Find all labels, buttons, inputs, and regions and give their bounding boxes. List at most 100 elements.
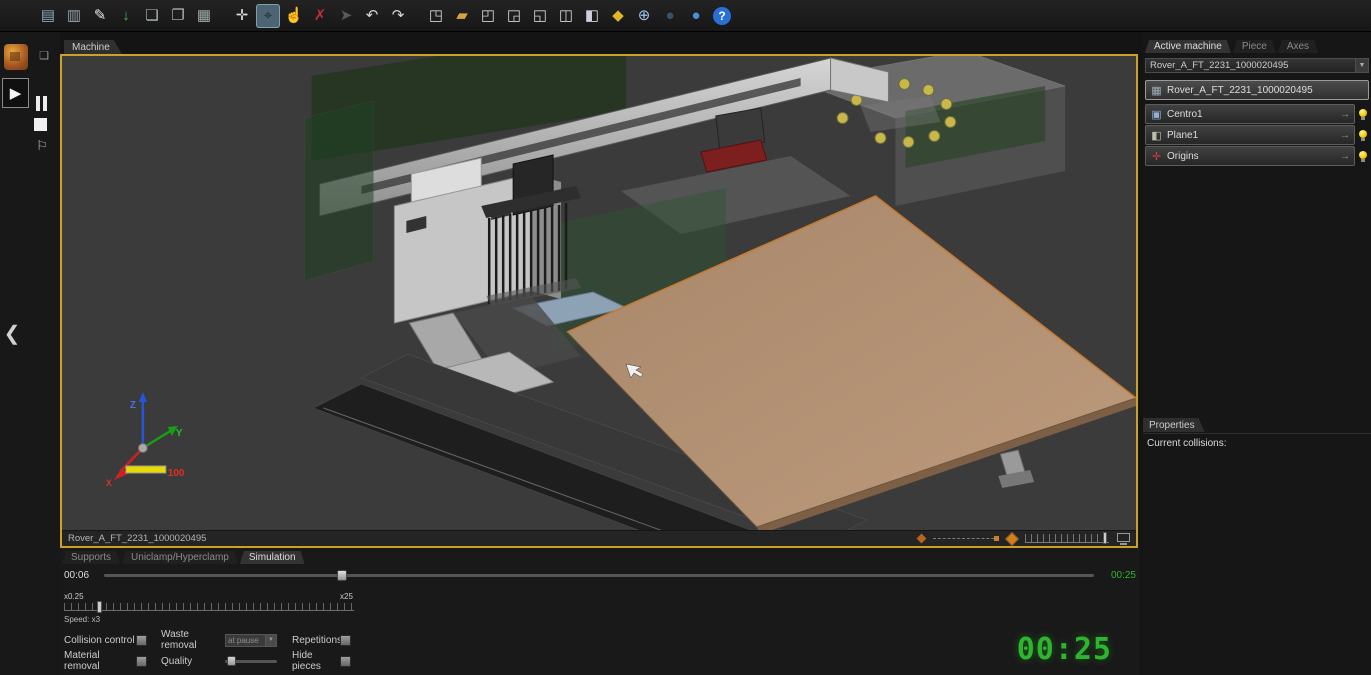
collision-control-label: Collision control bbox=[64, 635, 136, 646]
speed-handle[interactable] bbox=[97, 601, 102, 613]
tab-active-machine[interactable]: Active machine bbox=[1145, 40, 1231, 53]
waste-removal-label: Waste removal bbox=[161, 629, 223, 651]
main-toolbar: ▤▥✎↓❏❐▦✛⌖☝✗➤↶↷◳▰◰◲◱◫◧◆⊕●●? bbox=[0, 0, 1371, 32]
move-tool-icon[interactable]: ✛ bbox=[230, 4, 254, 28]
machine-selector-dropdown[interactable]: Rover_A_FT_2231_1000020495 ▼ bbox=[1145, 58, 1369, 73]
table-icon[interactable]: ▦ bbox=[192, 4, 216, 28]
collision-control-checkbox[interactable] bbox=[136, 635, 147, 646]
speed-min-label: x0.25 bbox=[64, 592, 84, 601]
hide-pieces-checkbox[interactable] bbox=[340, 656, 351, 667]
render-quality-icon[interactable]: ◆ bbox=[606, 4, 630, 28]
play-simulation-button[interactable]: ▶ bbox=[2, 78, 29, 108]
tree-item-origins[interactable]: ✛ Origins → bbox=[1145, 146, 1355, 166]
tree-item-machine[interactable]: ▦ Rover_A_FT_2231_1000020495 bbox=[1145, 80, 1369, 100]
waste-removal-value: at pause bbox=[226, 636, 265, 645]
wireframe-globe-icon[interactable]: ⊕ bbox=[632, 4, 656, 28]
viewport-status-bar: Rover_A_FT_2231_1000020495 bbox=[62, 530, 1136, 546]
toolbar-separator bbox=[218, 4, 228, 28]
pointer-dark-icon[interactable]: ➤ bbox=[334, 4, 358, 28]
visibility-bulb-icon[interactable] bbox=[1357, 130, 1369, 141]
clamp-marker-icon bbox=[917, 534, 927, 544]
timeline-track[interactable] bbox=[104, 574, 1094, 577]
clamp-diamond-icon[interactable] bbox=[1005, 531, 1019, 545]
tab-piece[interactable]: Piece bbox=[1233, 40, 1276, 53]
repetitions-label: Repetitions bbox=[292, 635, 340, 646]
view-front-icon[interactable]: ◳ bbox=[424, 4, 448, 28]
toolbar-separator bbox=[412, 4, 422, 28]
duplicate-icon[interactable]: ❐ bbox=[166, 4, 190, 28]
machine-selector-value: Rover_A_FT_2231_1000020495 bbox=[1146, 60, 1355, 71]
tab-uniclamp-hyperclamp[interactable]: Uniclamp/Hyperclamp bbox=[122, 551, 238, 564]
view-bottom-icon[interactable]: ◱ bbox=[528, 4, 552, 28]
tab-simulation[interactable]: Simulation bbox=[240, 551, 305, 564]
zoom-ruler[interactable] bbox=[1025, 534, 1109, 543]
shaded-view-icon[interactable]: ● bbox=[658, 4, 682, 28]
tree-row: ◧ Plane1 → bbox=[1145, 125, 1369, 145]
quality-slider[interactable] bbox=[225, 660, 277, 663]
view-split-icon[interactable]: ◫ bbox=[554, 4, 578, 28]
tab-axes[interactable]: Axes bbox=[1278, 40, 1318, 53]
help-icon[interactable]: ? bbox=[713, 7, 731, 25]
current-collisions-label: Current collisions: bbox=[1143, 434, 1371, 453]
app-logo-icon bbox=[4, 44, 28, 70]
quality-label: Quality bbox=[161, 656, 223, 667]
copy-icon[interactable]: ❏ bbox=[140, 4, 164, 28]
visibility-bulb-icon[interactable] bbox=[1357, 151, 1369, 162]
import-document-icon[interactable]: ↓ bbox=[114, 4, 138, 28]
speed-control: x0.25 x25 Speed: x3 bbox=[64, 592, 364, 624]
clamp-range-slider[interactable] bbox=[933, 538, 999, 540]
edit-document-icon[interactable]: ✎ bbox=[88, 4, 112, 28]
speed-slider[interactable] bbox=[64, 603, 354, 611]
repetitions-checkbox[interactable] bbox=[340, 635, 351, 646]
tab-supports[interactable]: Supports bbox=[62, 551, 120, 564]
material-removal-label: Material removal bbox=[64, 650, 136, 672]
pause-simulation-button[interactable] bbox=[36, 96, 47, 111]
viewport-area: Machine bbox=[60, 32, 1140, 548]
waste-removal-dropdown[interactable]: at pause ▼ bbox=[225, 634, 277, 647]
dropdown-arrow-icon[interactable]: ▼ bbox=[265, 635, 276, 646]
viewport-frame: Z Y X 100 Rover_A_FT_2231_1000020495 bbox=[60, 54, 1138, 548]
stop-simulation-button[interactable] bbox=[34, 118, 47, 131]
undock-panel-icon[interactable]: ❏ bbox=[36, 48, 52, 62]
material-removal-checkbox[interactable] bbox=[136, 656, 147, 667]
pan-hand-icon[interactable]: ☝ bbox=[282, 4, 306, 28]
plane-icon: ◧ bbox=[1150, 129, 1163, 142]
machine-3d-scene[interactable]: Z Y X 100 bbox=[62, 56, 1136, 530]
view-right-icon[interactable]: ◲ bbox=[502, 4, 526, 28]
tree-item-centro1[interactable]: ▣ Centro1 → bbox=[1145, 104, 1355, 124]
simulation-options: Collision control Waste removal at pause… bbox=[64, 632, 351, 674]
machine-panel: Active machine Piece Axes Rover_A_FT_223… bbox=[1143, 32, 1371, 675]
save-icon[interactable]: ▥ bbox=[62, 4, 86, 28]
speed-max-label: x25 bbox=[340, 592, 353, 601]
collapse-panel-chevron-icon[interactable]: ❮ bbox=[2, 320, 22, 346]
axis-y-label: Y bbox=[176, 428, 183, 439]
tree-item-plane1[interactable]: ◧ Plane1 → bbox=[1145, 125, 1355, 145]
speed-value-label: Speed: x3 bbox=[64, 615, 364, 624]
properties-header[interactable]: Properties bbox=[1143, 418, 1205, 432]
machine-icon: ▦ bbox=[1150, 84, 1163, 97]
detach-arrow-icon[interactable]: → bbox=[1340, 130, 1350, 141]
timeline-handle[interactable] bbox=[337, 570, 347, 581]
simulation-timer: 00:25 bbox=[1017, 632, 1112, 667]
quality-handle[interactable] bbox=[227, 656, 236, 666]
work-center-icon: ▣ bbox=[1150, 108, 1163, 121]
screen-icon[interactable] bbox=[1117, 533, 1130, 545]
tree-row: ▣ Centro1 → bbox=[1145, 104, 1369, 124]
tree-item-label: Plane1 bbox=[1167, 130, 1198, 141]
tab-machine[interactable]: Machine bbox=[64, 40, 122, 54]
worksheet-icon[interactable]: ▤ bbox=[36, 4, 60, 28]
view-solid-yellow-icon[interactable]: ▰ bbox=[450, 4, 474, 28]
view-projection-icon[interactable]: ◧ bbox=[580, 4, 604, 28]
dropdown-arrow-icon[interactable]: ▼ bbox=[1355, 59, 1368, 72]
timeline-current-time: 00:06 bbox=[64, 570, 96, 581]
detach-arrow-icon[interactable]: → bbox=[1340, 109, 1350, 120]
redo-icon[interactable]: ↷ bbox=[386, 4, 410, 28]
undo-icon[interactable]: ↶ bbox=[360, 4, 384, 28]
view-left-icon[interactable]: ◰ bbox=[476, 4, 500, 28]
remove-selection-icon[interactable]: ✗ bbox=[308, 4, 332, 28]
flag-marker-icon[interactable]: ⚐ bbox=[34, 138, 50, 154]
simulation-tool-icon[interactable]: ⌖ bbox=[256, 4, 280, 28]
detach-arrow-icon[interactable]: → bbox=[1340, 151, 1350, 162]
realistic-view-icon[interactable]: ● bbox=[684, 4, 708, 28]
visibility-bulb-icon[interactable] bbox=[1357, 109, 1369, 120]
